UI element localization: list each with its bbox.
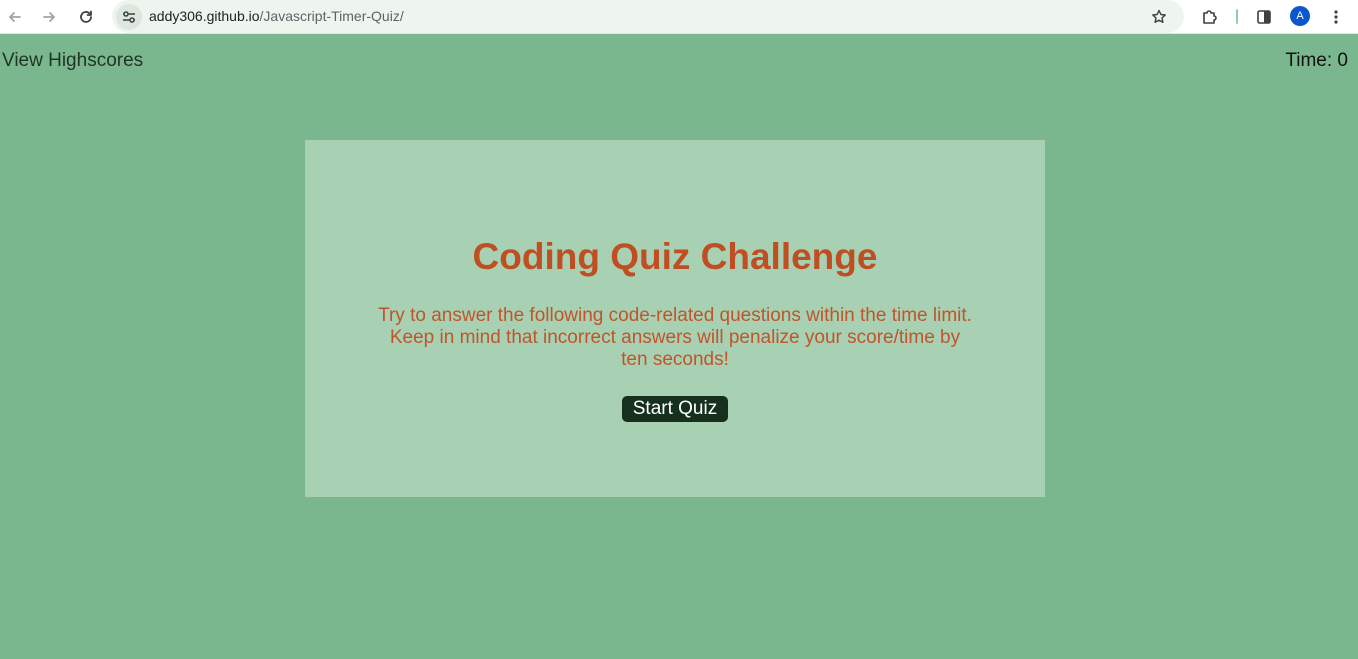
puzzle-icon <box>1203 10 1217 24</box>
arrow-left-icon <box>9 12 21 22</box>
browser-menu-button[interactable] <box>1322 3 1350 31</box>
tune-icon <box>123 11 135 23</box>
site-info-button[interactable] <box>116 4 142 30</box>
view-highscores-link[interactable]: View Highscores <box>2 50 143 72</box>
timer-display: Time: 0 <box>1285 50 1348 71</box>
browser-toolbar: addy306.github.io/Javascript-Timer-Quiz/… <box>0 0 1358 34</box>
back-button[interactable] <box>1 3 29 31</box>
arrow-right-icon <box>43 12 55 22</box>
quiz-intro-card: Coding Quiz Challenge Try to answer the … <box>305 140 1045 497</box>
quiz-description: Try to answer the following code-related… <box>378 305 972 370</box>
reload-icon <box>80 10 92 23</box>
url-path: /Javascript-Timer-Quiz/ <box>259 8 404 24</box>
start-quiz-button[interactable]: Start Quiz <box>622 396 728 422</box>
url-text[interactable]: addy306.github.io/Javascript-Timer-Quiz/ <box>149 8 404 24</box>
kebab-menu-icon <box>1334 10 1338 24</box>
star-icon <box>1152 9 1166 23</box>
forward-button[interactable] <box>35 3 63 31</box>
extensions-button[interactable] <box>1196 3 1224 31</box>
quiz-title: Coding Quiz Challenge <box>472 236 878 277</box>
url-host: addy306.github.io <box>149 8 260 24</box>
profile-avatar[interactable]: A <box>1290 6 1310 26</box>
side-panel-icon <box>1257 10 1271 24</box>
reload-button[interactable] <box>72 3 100 31</box>
address-bar[interactable]: addy306.github.io/Javascript-Timer-Quiz/ <box>112 0 1184 33</box>
side-panel-button[interactable] <box>1250 3 1278 31</box>
bookmark-button[interactable] <box>1148 6 1170 28</box>
toolbar-divider <box>1236 9 1238 24</box>
